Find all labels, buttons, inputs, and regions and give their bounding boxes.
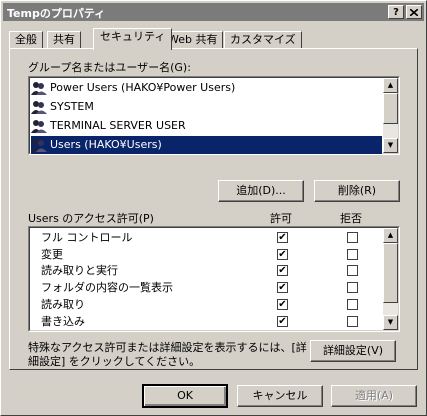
deny-checkbox[interactable] — [347, 315, 358, 327]
deny-checkbox[interactable] — [347, 298, 358, 310]
permission-row: 書き込み ✔ — [31, 313, 381, 330]
list-item[interactable]: TERMINAL SERVER USER — [31, 117, 382, 135]
user-group-icon — [31, 82, 47, 95]
scroll-up-button[interactable]: ▲ — [383, 78, 398, 93]
scroll-thumb[interactable] — [383, 93, 398, 124]
tab-sharing[interactable]: 共有 — [47, 31, 81, 49]
user-group-icon — [31, 139, 47, 152]
allow-checkbox[interactable]: ✔ — [277, 298, 288, 310]
close-icon — [409, 8, 419, 17]
permission-name: 変更 — [41, 247, 63, 261]
advanced-button[interactable]: 詳細設定(V) — [310, 340, 396, 362]
permission-row: 変更 ✔ — [31, 246, 381, 263]
permission-row: フル コントロール ✔ — [31, 229, 381, 246]
list-item[interactable]: Power Users (HAKO¥Power Users) — [31, 79, 382, 97]
group-list-label: グループ名またはユーザー名(G): — [28, 61, 191, 74]
permission-row: 読み取り ✔ — [31, 296, 381, 313]
permission-name: 読み取り — [41, 297, 85, 311]
tab-general[interactable]: 全般 — [9, 31, 43, 49]
close-button[interactable] — [406, 5, 422, 19]
allow-checkbox[interactable]: ✔ — [277, 282, 288, 294]
deny-column-header: 拒否 — [340, 212, 362, 225]
deny-checkbox[interactable] — [347, 282, 358, 294]
remove-button[interactable]: 削除(R) — [314, 180, 400, 202]
cancel-button[interactable]: キャンセル — [237, 385, 323, 407]
deny-checkbox[interactable] — [347, 265, 358, 277]
permission-name: 書き込み — [41, 314, 85, 328]
deny-checkbox[interactable] — [347, 248, 358, 260]
properties-dialog: Tempのプロパティ ? 全般 共有 セキュリティ Web 共有 カスタマイズ … — [0, 0, 427, 416]
permission-row: 読み取りと実行 ✔ — [31, 262, 381, 279]
scroll-up-button[interactable]: ▲ — [383, 228, 398, 243]
scroll-down-button[interactable]: ▼ — [383, 138, 398, 153]
allow-checkbox[interactable]: ✔ — [277, 248, 288, 260]
scroll-down-button[interactable]: ▼ — [383, 315, 398, 330]
apply-button[interactable]: 適用(A) — [331, 385, 417, 407]
permissions-scrollbar[interactable]: ▲ ▼ — [383, 228, 398, 330]
permission-row: フォルダの内容の一覧表示 ✔ — [31, 279, 381, 296]
permissions-list[interactable]: フル コントロール ✔ 変更 ✔ 読み取りと実行 ✔ フォルダの内容の一覧表示 ✔ 読み取り ✔ 書… — [28, 226, 400, 332]
add-button[interactable]: 追加(D)... — [218, 180, 304, 202]
allow-column-header: 許可 — [270, 212, 292, 225]
permission-name: フォルダの内容の一覧表示 — [41, 281, 173, 295]
deny-checkbox[interactable] — [347, 232, 358, 243]
group-list-scrollbar[interactable]: ▲ ▼ — [383, 78, 398, 153]
window-title: Tempのプロパティ — [7, 7, 106, 20]
advanced-note-line2: 細設定] をクリックしてください。 — [28, 355, 201, 368]
tab-security[interactable]: セキュリティ — [93, 28, 173, 50]
tab-customize[interactable]: カスタマイズ — [224, 31, 302, 49]
allow-checkbox[interactable]: ✔ — [277, 315, 288, 327]
permission-name: 読み取りと実行 — [41, 264, 118, 278]
title-bar[interactable]: Tempのプロパティ ? — [3, 3, 424, 21]
scroll-thumb[interactable] — [383, 243, 398, 303]
group-user-list[interactable]: Power Users (HAKO¥Power Users) SYSTEM TE… — [28, 76, 400, 155]
permissions-label: Users のアクセス許可(P) — [28, 212, 154, 225]
list-item[interactable]: SYSTEM — [31, 98, 382, 116]
ok-button[interactable]: OK — [142, 384, 228, 408]
allow-checkbox[interactable]: ✔ — [277, 265, 288, 277]
list-item-selected[interactable]: Users (HAKO¥Users) — [31, 136, 382, 154]
security-panel: グループ名またはユーザー名(G): Power Users (HAKO¥Powe… — [9, 48, 418, 370]
help-button[interactable]: ? — [388, 5, 404, 19]
permission-name: フル コントロール — [41, 231, 133, 244]
user-group-icon — [31, 101, 47, 114]
allow-checkbox[interactable]: ✔ — [277, 232, 288, 243]
user-group-icon — [31, 120, 47, 133]
